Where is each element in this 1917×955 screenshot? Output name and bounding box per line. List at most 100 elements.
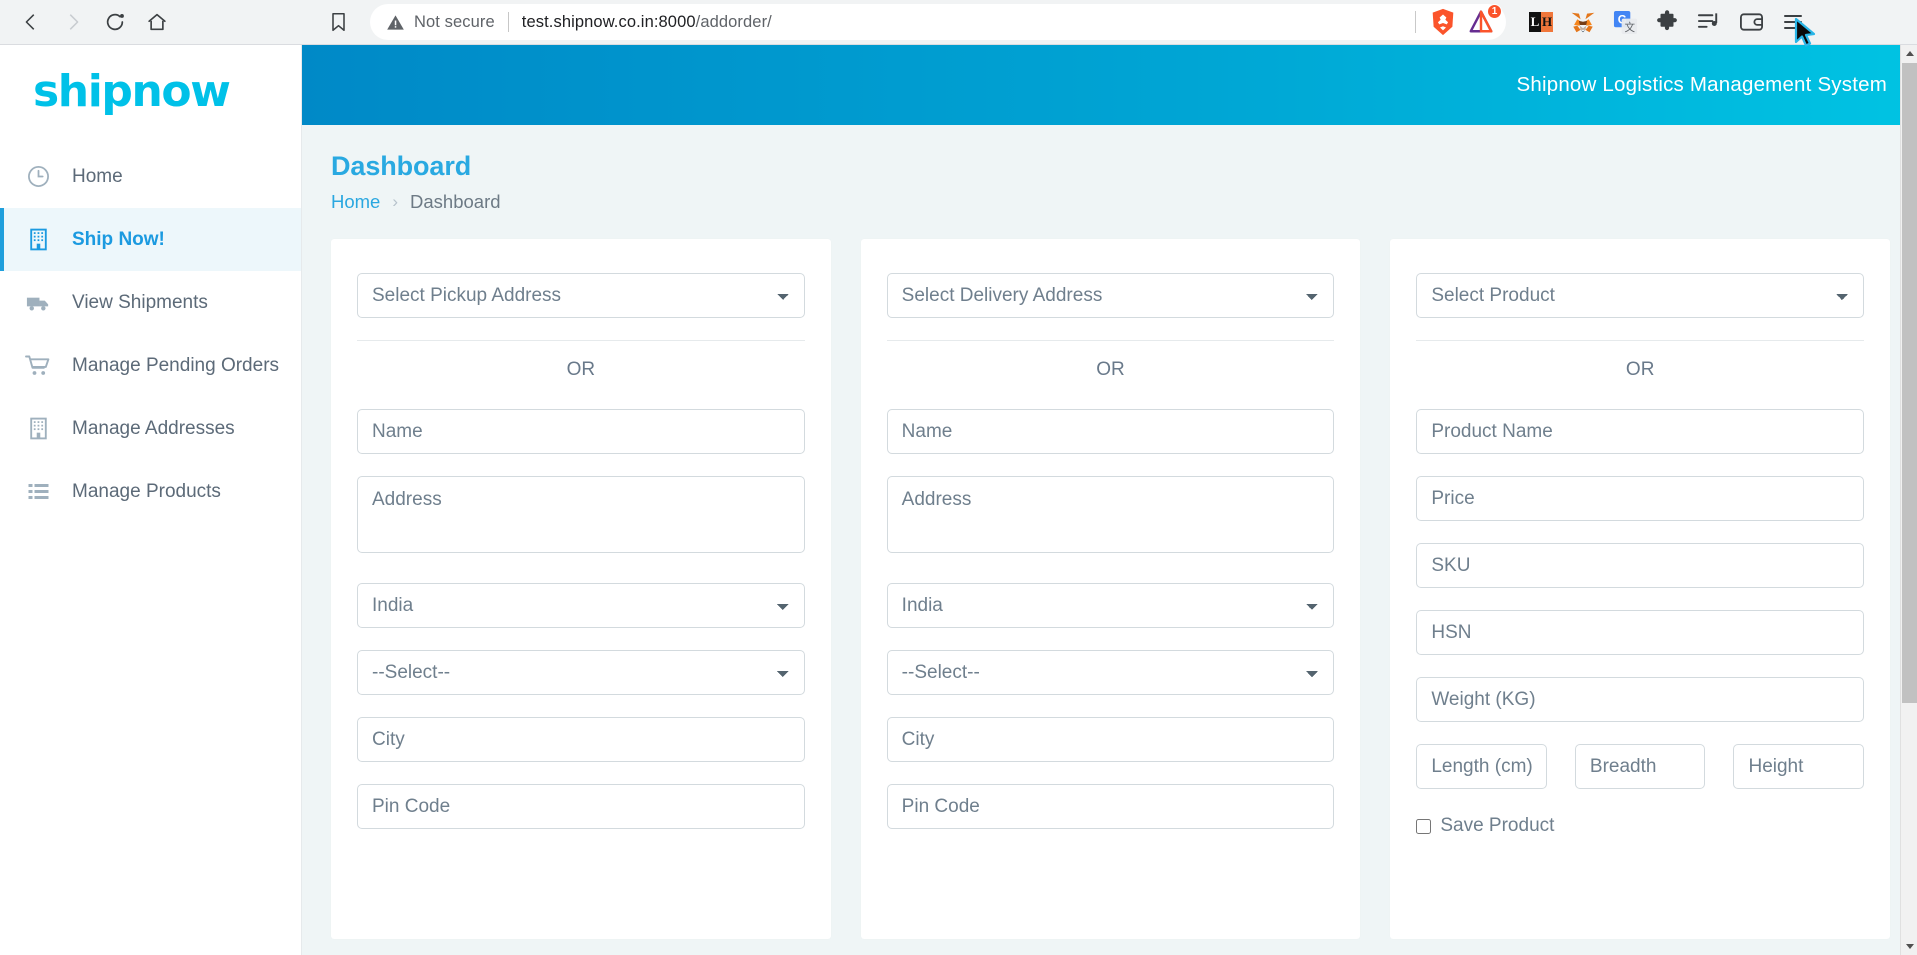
building-icon: [21, 416, 55, 441]
sidebar-menu: Home Ship Now! View Shipments Manage Pen…: [0, 137, 301, 523]
bookmark-button[interactable]: [318, 2, 358, 42]
extensions-toolbar: LH G 文: [1514, 9, 1820, 35]
save-product-row: Save Product: [1416, 815, 1864, 837]
pickup-pincode-input[interactable]: [357, 784, 805, 829]
delivery-state-select[interactable]: --Select--: [886, 650, 1335, 695]
pickup-or-label: OR: [357, 340, 805, 381]
delivery-name-input[interactable]: [886, 409, 1335, 454]
brave-shields-button[interactable]: [1428, 7, 1458, 37]
page-scrollbar[interactable]: [1900, 45, 1917, 955]
brave-lion-icon: [1432, 8, 1454, 36]
security-status-label: Not secure: [414, 12, 495, 31]
browser-toolbar: Not secure test.shipnow.co.in:8000/addor…: [0, 0, 1917, 47]
google-translate-icon[interactable]: G 文: [1612, 9, 1638, 35]
delivery-address-textarea[interactable]: [886, 476, 1335, 553]
bookmark-icon: [331, 12, 345, 32]
product-breadth-input[interactable]: [1574, 744, 1706, 789]
scrollbar-down-button[interactable]: [1901, 938, 1917, 955]
not-secure-warning-icon: [386, 13, 405, 32]
product-sku-input[interactable]: [1416, 543, 1865, 588]
delivery-city-input[interactable]: [886, 717, 1335, 762]
sidebar-item-label: Manage Addresses: [72, 417, 235, 439]
sidebar: shipnow Home Ship Now! View Shipments Ma…: [0, 45, 302, 955]
main-area: Shipnow Logistics Management System Dash…: [302, 45, 1917, 955]
playlist-icon[interactable]: [1696, 9, 1722, 35]
pickup-address-card: Select Pickup Address OR India --Select-…: [331, 239, 831, 939]
forward-button[interactable]: [52, 1, 94, 43]
delivery-pincode-input[interactable]: [886, 784, 1335, 829]
url-path: /addorder/: [695, 12, 772, 31]
back-arrow-icon: [25, 14, 35, 30]
chevron-down-icon: [1905, 944, 1914, 949]
metamask-icon[interactable]: [1570, 9, 1596, 35]
pickup-state-select[interactable]: --Select--: [357, 650, 805, 695]
url-host: test.shipnow.co.in:8000: [521, 12, 696, 31]
product-length-input[interactable]: [1416, 744, 1547, 789]
rewards-badge-count: 1: [1487, 4, 1502, 19]
save-product-label: Save Product: [1440, 815, 1555, 836]
reload-button[interactable]: [94, 1, 136, 43]
sidebar-item-label: Ship Now!: [72, 228, 165, 250]
sidebar-item-label: Home: [72, 165, 123, 187]
home-icon: [148, 13, 166, 31]
sidebar-item-label: Manage Products: [72, 480, 221, 502]
delivery-address-select[interactable]: Select Delivery Address: [886, 273, 1335, 318]
scrollbar-thumb[interactable]: [1902, 63, 1917, 703]
delivery-or-label: OR: [886, 340, 1335, 381]
page-title: Dashboard: [331, 151, 472, 181]
cart-icon: [21, 353, 55, 378]
svg-text:文: 文: [1624, 21, 1635, 34]
back-button[interactable]: [10, 1, 52, 43]
wallet-icon[interactable]: [1738, 9, 1764, 35]
product-select[interactable]: Select Product: [1416, 273, 1865, 318]
product-price-input[interactable]: [1416, 476, 1865, 521]
product-or-label: OR: [1416, 340, 1865, 381]
pickup-address-textarea[interactable]: [357, 476, 805, 553]
sidebar-item-manage-products[interactable]: Manage Products: [0, 460, 301, 523]
pickup-country-select[interactable]: India: [357, 583, 805, 628]
breadcrumb-separator-icon: ›: [392, 192, 399, 211]
sidebar-item-view-shipments[interactable]: View Shipments: [0, 271, 301, 334]
pickup-name-input[interactable]: [357, 409, 805, 454]
delivery-country-select[interactable]: India: [886, 583, 1335, 628]
sidebar-item-home[interactable]: Home: [0, 145, 301, 208]
product-hsn-input[interactable]: [1416, 610, 1865, 655]
order-form-columns: Select Pickup Address OR India --Select-…: [302, 213, 1917, 939]
pickup-address-select[interactable]: Select Pickup Address: [357, 273, 805, 318]
delivery-address-card: Select Delivery Address OR India --Selec…: [860, 239, 1361, 939]
breadcrumb: Home › Dashboard: [302, 191, 1917, 213]
home-button[interactable]: [136, 1, 178, 43]
address-bar[interactable]: Not secure test.shipnow.co.in:8000/addor…: [370, 4, 1506, 40]
omnibox-right-icons: 1: [1415, 4, 1502, 37]
forward-arrow-icon: [69, 14, 79, 30]
omnibox-divider: [507, 12, 509, 32]
omnibox-right-divider: [1415, 11, 1416, 33]
sidebar-item-ship-now[interactable]: Ship Now!: [0, 208, 301, 271]
lastpass-icon[interactable]: LH: [1528, 9, 1554, 35]
pickup-city-input[interactable]: [357, 717, 805, 762]
extensions-puzzle-icon[interactable]: [1654, 9, 1680, 35]
product-card: Select Product OR Product Name Price SKU…: [1390, 239, 1891, 939]
sidebar-item-label: View Shipments: [72, 291, 208, 313]
app-header: Shipnow Logistics Management System: [302, 45, 1917, 125]
breadcrumb-current: Dashboard: [410, 191, 501, 212]
product-name-input[interactable]: [1416, 409, 1865, 454]
building-icon: [21, 227, 55, 252]
scrollbar-up-button[interactable]: [1901, 45, 1917, 62]
brave-rewards-button[interactable]: 1: [1466, 4, 1502, 37]
save-product-checkbox[interactable]: [1416, 818, 1432, 834]
url-display: test.shipnow.co.in:8000/addorder/: [522, 13, 772, 32]
list-icon: [21, 481, 55, 503]
sidebar-item-manage-pending-orders[interactable]: Manage Pending Orders: [0, 334, 301, 397]
sidebar-item-manage-addresses[interactable]: Manage Addresses: [0, 397, 301, 460]
product-height-input[interactable]: [1733, 744, 1865, 789]
browser-menu-icon[interactable]: [1780, 9, 1806, 35]
breadcrumb-home-link[interactable]: Home: [331, 191, 380, 213]
logo-text: shipnow: [33, 65, 231, 117]
app-header-title: Shipnow Logistics Management System: [1516, 73, 1887, 96]
app-logo[interactable]: shipnow: [0, 45, 301, 137]
product-dimensions-row: [1416, 744, 1865, 789]
page-viewport: shipnow Home Ship Now! View Shipments Ma…: [0, 45, 1917, 955]
truck-icon: [21, 290, 55, 315]
product-weight-input[interactable]: [1416, 677, 1865, 722]
